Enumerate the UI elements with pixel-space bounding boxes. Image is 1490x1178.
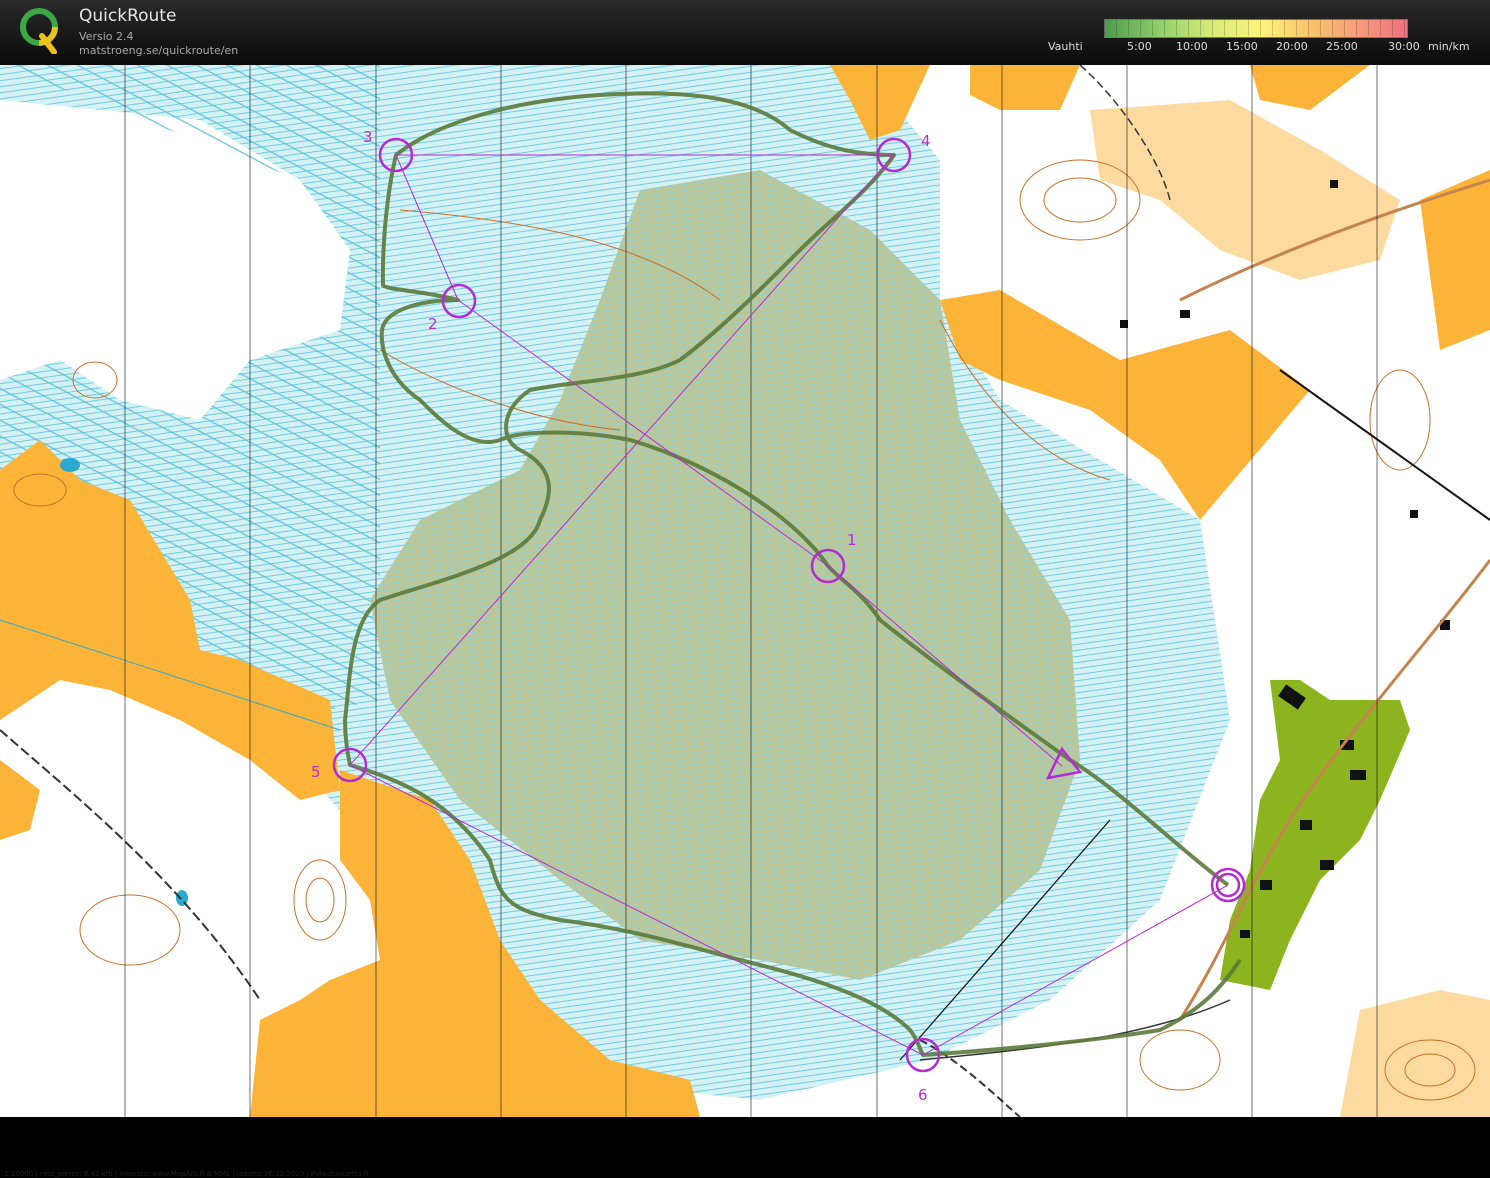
- pace-legend: Vauhti 5:00 10:00 15:00 20:00 25:00 30:0…: [1048, 18, 1488, 58]
- map-footer: 1:10000 | rata_piirros: 6.42 km | Aineis…: [4, 1170, 369, 1178]
- pace-tick-label: 20:00: [1276, 40, 1308, 53]
- pace-tick-label: 5:00: [1127, 40, 1152, 53]
- pace-tick-label: 15:00: [1226, 40, 1258, 53]
- pace-tick-label: 25:00: [1326, 40, 1358, 53]
- app-title: QuickRoute: [79, 6, 177, 26]
- control-label: 5: [311, 763, 321, 781]
- pace-legend-title: Vauhti: [1048, 40, 1083, 53]
- pace-unit-label: min/km: [1428, 40, 1470, 53]
- pace-scale-ticks: [1104, 19, 1406, 36]
- control-label: 6: [918, 1086, 928, 1104]
- pace-tick-label: 30:00: [1388, 40, 1420, 53]
- control-label: 4: [921, 132, 931, 150]
- quickroute-logo: [20, 8, 58, 54]
- pond: [60, 458, 80, 472]
- pace-tick-label: 10:00: [1176, 40, 1208, 53]
- app-url[interactable]: matstroeng.se/quickroute/en: [79, 44, 238, 57]
- map-canvas[interactable]: 1 2 3 4 5 6: [0, 65, 1490, 1117]
- app-version: Versio 2.4: [79, 30, 134, 43]
- orienteering-map[interactable]: 1 2 3 4 5 6 1:10000 | rata_piirros: 6.42…: [0, 65, 1490, 1178]
- control-label: 1: [847, 531, 857, 549]
- control-label: 2: [428, 315, 438, 333]
- control-label: 3: [363, 128, 373, 146]
- app-header: QuickRoute Versio 2.4 matstroeng.se/quic…: [0, 0, 1490, 65]
